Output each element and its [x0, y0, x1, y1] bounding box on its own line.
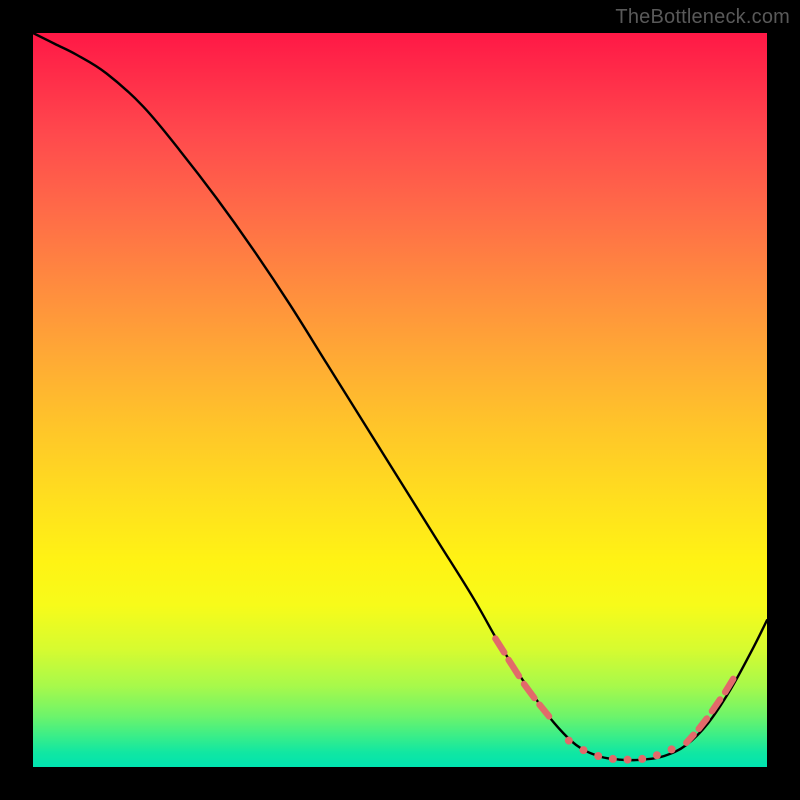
marker-dash	[686, 735, 693, 743]
marker-dot	[580, 746, 588, 754]
marker-dash	[524, 684, 534, 698]
marker-dot	[594, 752, 602, 760]
marker-dot	[565, 737, 573, 745]
marker-dot	[609, 755, 617, 763]
marker-dot	[624, 756, 632, 764]
watermark-text: TheBottleneck.com	[615, 6, 790, 29]
marker-dash	[725, 679, 733, 692]
chart-frame: TheBottleneck.com	[0, 0, 800, 800]
bottleneck-curve	[33, 33, 767, 760]
curve-markers	[495, 639, 733, 764]
marker-dot	[668, 745, 676, 753]
marker-dot	[638, 755, 646, 763]
marker-dash	[539, 705, 549, 717]
chart-svg	[33, 33, 767, 767]
marker-dot	[653, 751, 661, 759]
marker-dash	[509, 660, 519, 676]
marker-dash	[495, 639, 504, 653]
plot-area	[33, 33, 767, 767]
